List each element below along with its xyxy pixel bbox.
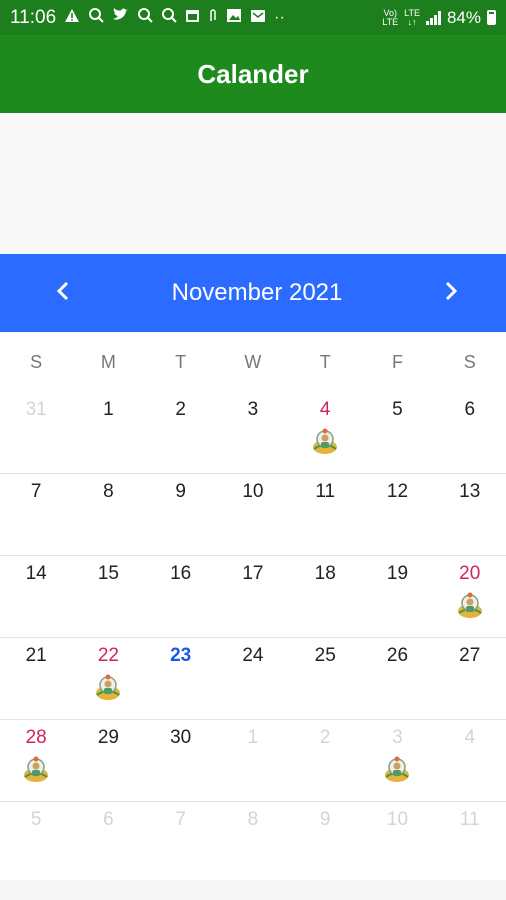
- day-cell[interactable]: 15: [72, 556, 144, 637]
- notification-icons: ··: [64, 7, 285, 28]
- day-cell[interactable]: 5: [0, 802, 72, 883]
- day-cell[interactable]: 1: [217, 720, 289, 801]
- signal-icon: [425, 10, 441, 25]
- status-time: 11:06: [10, 6, 57, 28]
- day-cell[interactable]: 10: [361, 802, 433, 883]
- day-cell[interactable]: 24: [217, 638, 289, 719]
- day-cell[interactable]: 3: [217, 392, 289, 473]
- battery-percent: 84%: [446, 7, 481, 27]
- day-cell[interactable]: 21: [0, 638, 72, 719]
- day-cell[interactable]: 9: [145, 474, 217, 555]
- day-cell[interactable]: 7: [145, 802, 217, 883]
- search-icon: [88, 7, 104, 28]
- day-cell[interactable]: 14: [0, 556, 72, 637]
- day-cell[interactable]: 13: [434, 474, 506, 555]
- day-cell[interactable]: 31: [0, 392, 72, 473]
- weekday-label: T: [175, 351, 187, 372]
- day-cell[interactable]: 19: [361, 556, 433, 637]
- month-label: November 2021: [171, 279, 343, 306]
- calendar-week: 5 6 7 8 9 10 11: [0, 802, 506, 884]
- day-cell[interactable]: 27: [434, 638, 506, 719]
- day-cell[interactable]: 16: [145, 556, 217, 637]
- festival-icon: [95, 673, 121, 701]
- day-cell[interactable]: 11: [289, 474, 361, 555]
- day-cell[interactable]: 20: [434, 556, 506, 637]
- calendar-week: 7 8 9 10 11 12 13: [0, 474, 506, 556]
- weekday-label: W: [244, 351, 262, 372]
- more-notifications-icon: ··: [274, 8, 285, 26]
- day-cell[interactable]: 5: [361, 392, 433, 473]
- image-icon: [226, 8, 242, 28]
- calendar-grid: S M T W T F S 31 1 2 3 4 5 6 7 8 9 10 11…: [0, 332, 506, 900]
- calendar-week: 21 22 23 24 25 26 27: [0, 638, 506, 720]
- page-title: Calander: [197, 58, 309, 89]
- ad-space: [0, 113, 506, 254]
- festival-icon: [312, 427, 338, 455]
- day-cell[interactable]: 22: [72, 638, 144, 719]
- search-icon: [161, 7, 177, 28]
- weekday-label: T: [319, 351, 331, 372]
- day-cell[interactable]: 8: [72, 474, 144, 555]
- battery-icon: [487, 10, 496, 25]
- weekday-label: S: [30, 351, 43, 372]
- day-cell[interactable]: 6: [72, 802, 144, 883]
- app-bar: Calander: [0, 35, 506, 113]
- weekday-header: S M T W T F S: [0, 332, 506, 392]
- day-cell[interactable]: 28: [0, 720, 72, 801]
- search-icon: [137, 7, 153, 28]
- warning-icon: [64, 8, 80, 28]
- day-cell[interactable]: 10: [217, 474, 289, 555]
- day-cell[interactable]: 8: [217, 802, 289, 883]
- festival-icon: [457, 591, 483, 619]
- day-cell[interactable]: 12: [361, 474, 433, 555]
- day-cell[interactable]: 25: [289, 638, 361, 719]
- day-cell[interactable]: 17: [217, 556, 289, 637]
- day-cell[interactable]: 18: [289, 556, 361, 637]
- day-cell[interactable]: 2: [289, 720, 361, 801]
- day-cell[interactable]: 30: [145, 720, 217, 801]
- calendar-week: 14 15 16 17 18 19 20: [0, 556, 506, 638]
- footer-strip: [0, 880, 506, 900]
- calendar-week: 31 1 2 3 4 5 6: [0, 392, 506, 474]
- day-cell[interactable]: 2: [145, 392, 217, 473]
- day-cell[interactable]: 11: [434, 802, 506, 883]
- volte-indicator: Vo) LTE: [382, 7, 399, 27]
- festival-icon: [384, 755, 410, 783]
- day-cell[interactable]: 4: [289, 392, 361, 473]
- calendar-week: 28 29 30 1 2 3 4: [0, 720, 506, 802]
- day-cell[interactable]: 26: [361, 638, 433, 719]
- clip-icon: [208, 8, 218, 28]
- day-cell[interactable]: 6: [434, 392, 506, 473]
- festival-icon: [23, 755, 49, 783]
- day-cell[interactable]: 9: [289, 802, 361, 883]
- weekday-label: S: [463, 351, 476, 372]
- weekday-label: F: [391, 351, 403, 372]
- lte-indicator: LTE ↓↑: [404, 7, 420, 27]
- day-cell[interactable]: 1: [72, 392, 144, 473]
- day-cell[interactable]: 4: [434, 720, 506, 801]
- day-cell-today[interactable]: 23: [145, 638, 217, 719]
- calendar-header: November 2021: [0, 254, 506, 332]
- chevron-left-icon[interactable]: [48, 278, 78, 308]
- day-cell[interactable]: 29: [72, 720, 144, 801]
- mail-icon: [250, 8, 266, 28]
- status-bar: 11:06 ·· Vo) LTE LTE ↓↑ 84%: [0, 0, 506, 35]
- day-cell[interactable]: 3: [361, 720, 433, 801]
- calendar-notification-icon: [185, 8, 200, 28]
- chevron-right-icon[interactable]: [436, 278, 466, 308]
- twitter-icon: [112, 8, 129, 27]
- day-cell[interactable]: 7: [0, 474, 72, 555]
- weekday-label: M: [100, 351, 116, 372]
- status-right: Vo) LTE LTE ↓↑ 84%: [382, 8, 496, 28]
